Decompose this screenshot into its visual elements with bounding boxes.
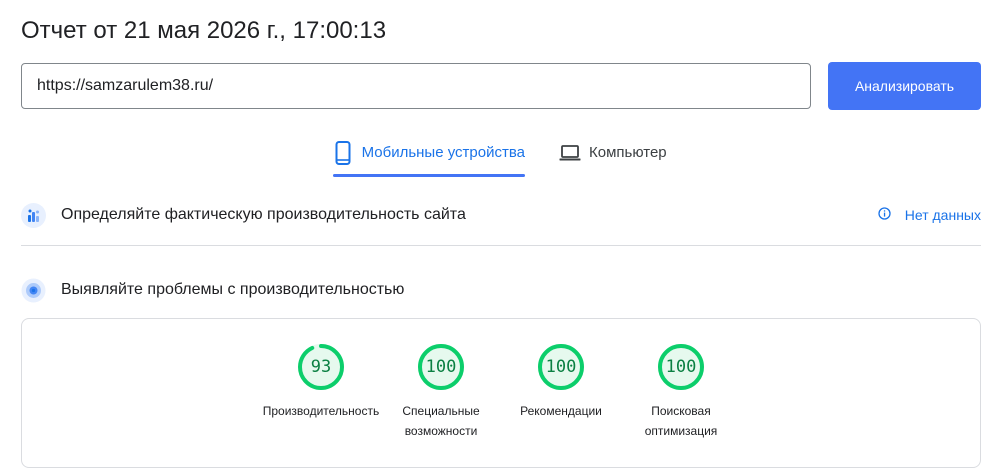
- score-label-performance: Производительность: [262, 404, 380, 418]
- field-data-title: Определяйте фактическую производительнос…: [61, 206, 466, 223]
- tab-desktop[interactable]: Компьютер: [559, 141, 667, 177]
- score-label-accessibility: Специальные возможности: [402, 404, 480, 438]
- score-value: 100: [665, 357, 697, 377]
- lighthouse-target-icon: [21, 278, 46, 303]
- url-input[interactable]: [21, 63, 811, 109]
- info-icon: [878, 207, 891, 223]
- score-gauge-seo[interactable]: 100: [657, 343, 705, 391]
- laptop-icon: [559, 141, 581, 165]
- lab-data-title: Выявляйте проблемы с производительностью: [61, 281, 405, 298]
- analyze-button[interactable]: Анализировать: [828, 62, 981, 110]
- field-data-section: Определяйте фактическую производительнос…: [21, 200, 981, 230]
- tab-mobile-label: Мобильные устройства: [361, 144, 525, 161]
- score-label-seo: Поисковая оптимизация: [644, 404, 718, 438]
- no-data-link[interactable]: Нет данных: [878, 200, 981, 230]
- score-value: 93: [310, 357, 332, 377]
- score-value: 100: [545, 357, 577, 377]
- no-data-label: Нет данных: [904, 207, 981, 223]
- score-gauge-best-practices[interactable]: 100: [537, 343, 585, 391]
- report-title: Отчет от 21 мая 2026 г., 17:00:13: [21, 17, 387, 44]
- smartphone-icon: [333, 141, 354, 165]
- tab-desktop-label: Компьютер: [589, 144, 667, 161]
- active-tab-indicator: [333, 174, 525, 177]
- section-divider: [21, 245, 981, 246]
- crux-people-icon: [21, 202, 46, 228]
- score-label-best-practices: Рекомендации: [520, 404, 602, 418]
- tab-mobile[interactable]: Мобильные устройства: [333, 141, 525, 177]
- scores-card: [21, 318, 981, 468]
- score-gauge-accessibility[interactable]: 100: [417, 343, 465, 391]
- score-gauge-performance[interactable]: 93: [297, 343, 345, 391]
- lab-data-section: Выявляйте проблемы с производительностью: [21, 275, 981, 305]
- score-value: 100: [425, 357, 457, 377]
